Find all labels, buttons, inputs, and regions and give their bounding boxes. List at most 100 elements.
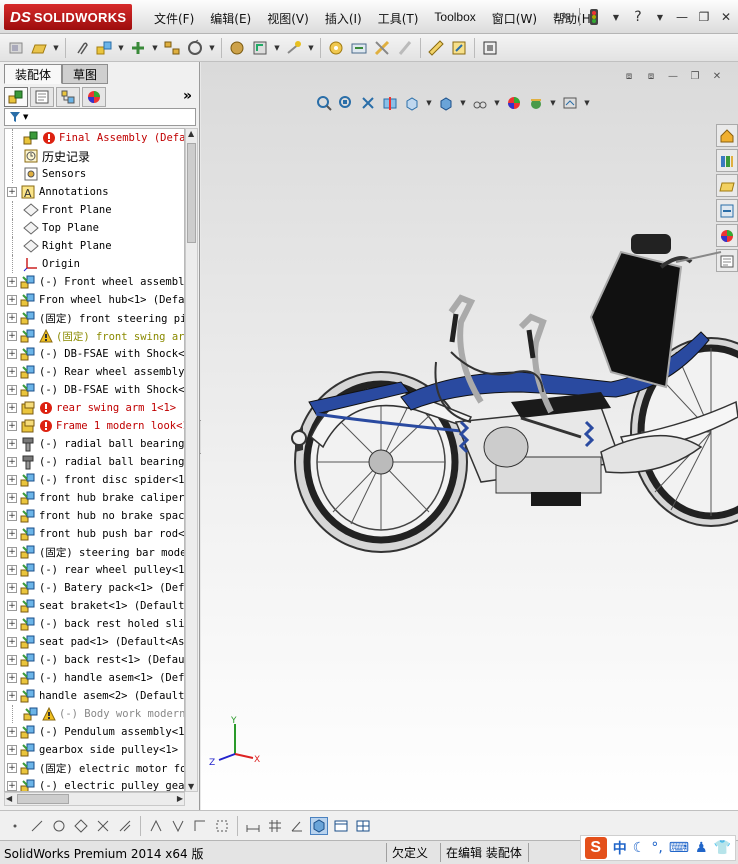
edit-appearance-icon[interactable] xyxy=(505,94,523,112)
view-orientation-dropdown-icon[interactable]: ▼ xyxy=(425,99,433,107)
menu-tools[interactable]: 工具(T) xyxy=(370,8,427,29)
input-method-toolbar[interactable]: S 中 ☾ °, ⌨ ♟ 👕 xyxy=(579,835,736,861)
tree-item[interactable]: + handle asem<2> (Default) xyxy=(5,687,184,705)
tree-item[interactable]: + front hub brake caliper xyxy=(5,489,184,507)
point-icon[interactable] xyxy=(6,817,24,835)
hide-show-dropdown-icon[interactable]: ▼ xyxy=(493,99,501,107)
view-settings-icon[interactable] xyxy=(561,94,579,112)
open-dropdown-icon[interactable]: ▼ xyxy=(52,44,60,52)
tree-item[interactable]: + (-) handle asem<1> (Default) xyxy=(5,669,184,687)
insert-components-icon[interactable] xyxy=(94,38,114,58)
tree-item[interactable]: + (固定) electric motor for xyxy=(5,759,184,777)
tree-item[interactable]: + (-) radial ball bearing xyxy=(5,453,184,471)
display-style-dropdown-icon[interactable]: ▼ xyxy=(459,99,467,107)
tree-item[interactable]: Front Plane xyxy=(5,201,184,219)
tree-vertical-scroll-thumb[interactable] xyxy=(187,143,196,243)
ime-language[interactable]: 中 xyxy=(613,838,627,858)
view-orientation-icon[interactable] xyxy=(403,94,421,112)
expand-icon[interactable]: + xyxy=(7,349,17,359)
tree-item[interactable]: + A Annotations xyxy=(5,183,184,201)
document-minimize-icon[interactable]: — xyxy=(666,70,680,82)
close-icon[interactable]: ✕ xyxy=(718,9,734,25)
insert-dropdown-icon[interactable]: ▼ xyxy=(117,44,125,52)
menu-insert[interactable]: 插入(I) xyxy=(317,8,370,29)
expand-icon[interactable]: + xyxy=(7,619,17,629)
tree-item[interactable]: + (固定) front swing arm xyxy=(5,327,184,345)
expand-icon[interactable]: + xyxy=(7,331,17,341)
paperclip-icon[interactable] xyxy=(71,38,91,58)
restore-icon[interactable]: ❐ xyxy=(696,9,712,25)
bike-3d-model[interactable] xyxy=(281,222,738,622)
dropdown-icon[interactable]: ▼ xyxy=(608,9,624,25)
menu-view[interactable]: 视图(V) xyxy=(259,8,317,29)
expand-icon[interactable]: + xyxy=(7,403,17,413)
scroll-left-icon[interactable]: ◀ xyxy=(6,794,12,803)
menu-toolbox[interactable]: Toolbox xyxy=(426,8,483,29)
expand-icon[interactable]: + xyxy=(7,727,17,737)
expand-icon[interactable]: + xyxy=(7,601,17,611)
tree-item[interactable]: + seat braket<1> (Default) xyxy=(5,597,184,615)
tree-item[interactable]: + (固定) front steering pipe xyxy=(5,309,184,327)
solidworks-resources-icon[interactable] xyxy=(716,124,738,147)
sketch-chamfer-icon[interactable] xyxy=(169,817,187,835)
expand-icon[interactable]: + xyxy=(7,637,17,647)
expand-icon[interactable]: + xyxy=(7,277,17,287)
zoom-to-fit-icon[interactable] xyxy=(315,94,333,112)
expand-icon[interactable]: + xyxy=(7,511,17,521)
new-document-icon[interactable] xyxy=(6,38,26,58)
tree-item[interactable]: (-) Body work modern look xyxy=(5,705,184,723)
tree-item[interactable]: + (-) electric pulley gear xyxy=(5,777,184,791)
expand-icon[interactable]: + xyxy=(7,439,17,449)
expand-icon[interactable]: + xyxy=(7,673,17,683)
expand-icon[interactable]: + xyxy=(7,745,17,755)
tree-item[interactable]: + (-) Front wheel assembly<1> xyxy=(5,273,184,291)
graphics-area[interactable]: ⧈ ⧈ — ❐ ✕ ▼ ▼ ▼ ▼ ▼ Y X Z xyxy=(201,62,738,810)
mate-dropdown-icon[interactable]: ▼ xyxy=(151,44,159,52)
view-settings-dropdown-icon[interactable]: ▼ xyxy=(583,99,591,107)
skin-icon[interactable]: 👕 xyxy=(714,840,731,856)
tree-item[interactable]: + (-) radial ball bearing xyxy=(5,435,184,453)
mass-properties-icon[interactable] xyxy=(449,38,469,58)
previous-view-icon[interactable] xyxy=(359,94,377,112)
scroll-down-icon[interactable]: ▼ xyxy=(188,782,194,791)
expand-icon[interactable]: + xyxy=(7,421,17,431)
clearance-verification-icon[interactable] xyxy=(395,38,415,58)
view-cube-icon[interactable] xyxy=(310,816,328,835)
open-icon[interactable] xyxy=(29,38,49,58)
tree-item[interactable]: + (-) back rest holed slide xyxy=(5,615,184,633)
trim-icon[interactable] xyxy=(94,817,112,835)
expand-icon[interactable]: + xyxy=(7,565,17,575)
display-manager-tab-icon[interactable] xyxy=(82,87,106,107)
tree-item[interactable]: + (-) Batery pack<1> (Default) xyxy=(5,579,184,597)
tree-item[interactable]: Top Plane xyxy=(5,219,184,237)
show-hidden-icon[interactable] xyxy=(227,38,247,58)
apply-scene-icon[interactable] xyxy=(527,94,545,112)
expand-icon[interactable]: + xyxy=(7,367,17,377)
tree-item[interactable]: Final Assembly (Default<Display State-1>… xyxy=(5,129,184,147)
solidworks-logo[interactable]: DS SOLIDWORKS xyxy=(4,4,132,30)
expand-icon[interactable]: + xyxy=(7,385,17,395)
smart-dimension-icon[interactable] xyxy=(244,817,262,835)
tree-item[interactable]: + front hub push bar rod<1> xyxy=(5,525,184,543)
tree-item[interactable]: + (-) front disc spider<1> xyxy=(5,471,184,489)
user-icon[interactable]: ♟ xyxy=(695,840,708,856)
tree-horizontal-scroll-thumb[interactable] xyxy=(17,794,69,804)
design-library-icon[interactable] xyxy=(716,149,738,172)
expand-icon[interactable]: + xyxy=(7,547,17,557)
expand-icon[interactable]: + xyxy=(7,583,17,593)
filter-dropdown-icon[interactable]: ▼ xyxy=(23,113,28,121)
offset-entities-icon[interactable] xyxy=(191,817,209,835)
tree-item[interactable]: + (-) Rear wheel assembly<1> xyxy=(5,363,184,381)
features-dropdown-icon[interactable]: ▼ xyxy=(273,44,281,52)
tab-assembly[interactable]: 装配体 xyxy=(4,64,63,84)
sketch-fillet-icon[interactable] xyxy=(147,817,165,835)
scene-dropdown-icon[interactable]: ▼ xyxy=(549,99,557,107)
scroll-right-icon[interactable]: ▶ xyxy=(177,794,183,803)
rebuild-traffic-light-icon[interactable] xyxy=(586,9,602,25)
tree-item[interactable]: + (-) DB-FSAE with Shock<2> xyxy=(5,381,184,399)
bill-of-materials-icon[interactable] xyxy=(326,38,346,58)
menu-file[interactable]: 文件(F) xyxy=(146,8,202,29)
view-palette-icon[interactable] xyxy=(716,199,738,222)
feature-manager-tab-icon[interactable] xyxy=(4,87,28,107)
punctuation-icon[interactable]: °, xyxy=(651,840,662,856)
